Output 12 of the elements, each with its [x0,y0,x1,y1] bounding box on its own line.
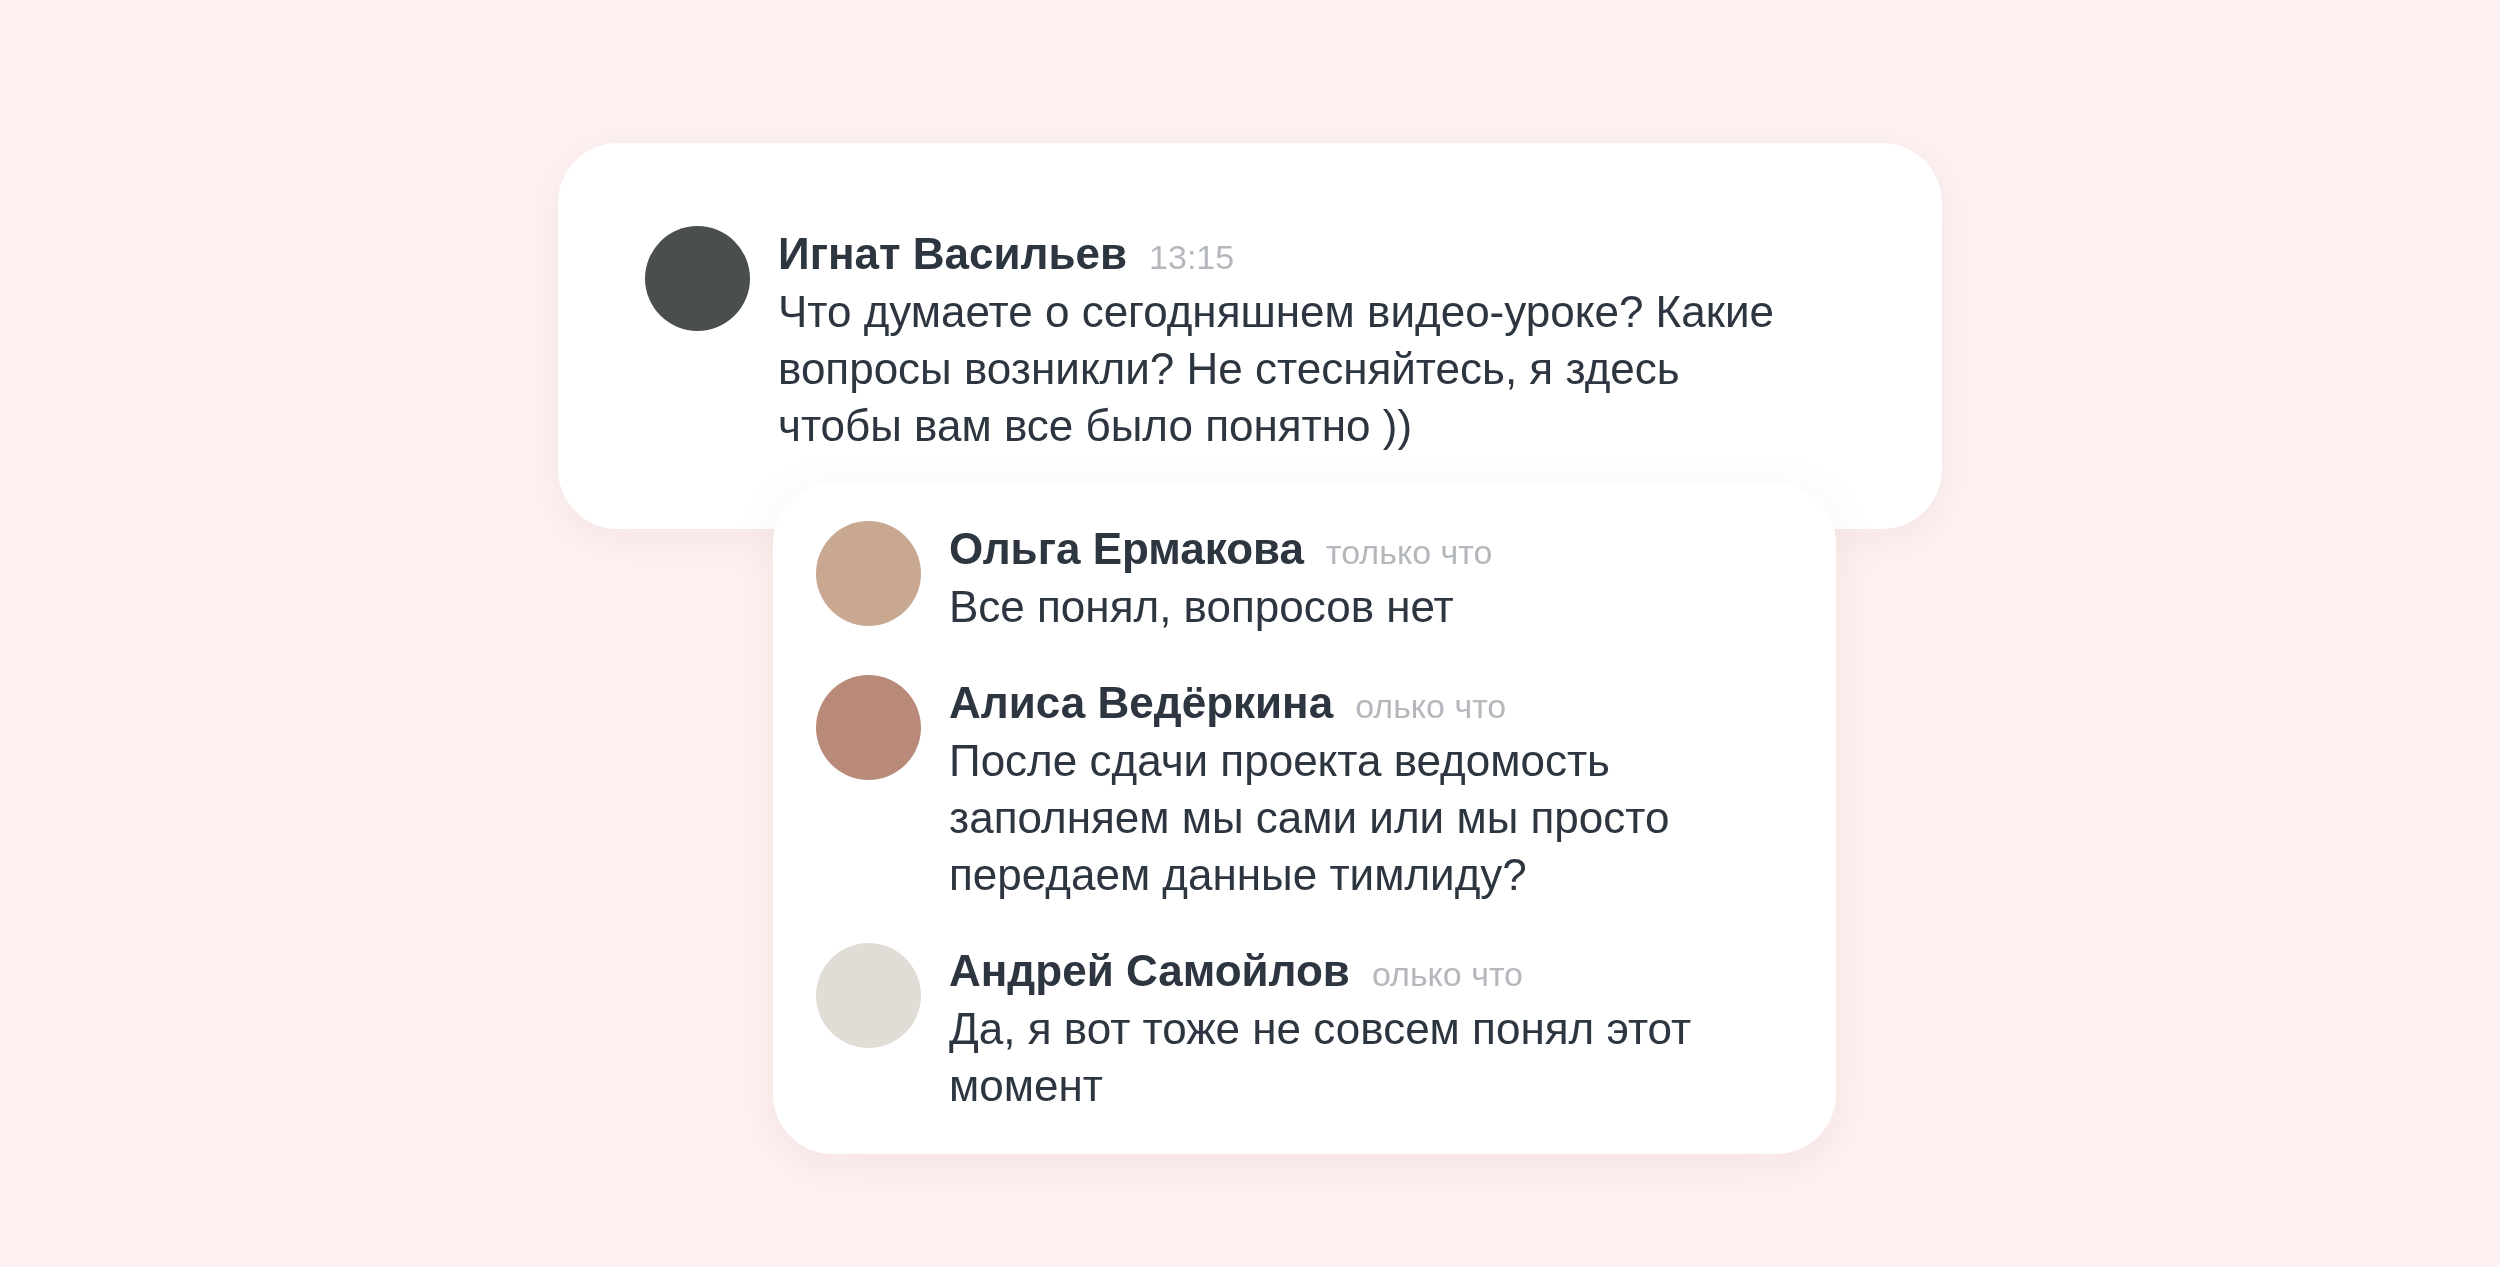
author-name: Игнат Васильев [778,228,1128,280]
author-name: Ольга Ермакова [949,523,1304,575]
message-text: Что думаете о сегодняшнем видео-уроке? Какие вопросы возникли? Не стесняйтесь, я здесь чтобы вам все было понятно )) [778,286,1775,452]
author-name: Андрей Самойлов [949,945,1350,997]
message-time: только что [1326,532,1493,573]
message-time: 13:15 [1149,237,1235,278]
message-text: После сдачи проекта ведомость заполняем мы сами или мы просто передаем данные тимлиду? [949,735,1671,901]
message-text: Все понял, вопросов нет [949,581,1455,633]
message-time: олько что [1371,954,1524,995]
message-text: Да, я вот тоже не совсем понял этот момент [949,1003,1693,1112]
message-time: олько что [1355,686,1507,727]
author-name: Алиса Ведёркина [949,677,1334,729]
